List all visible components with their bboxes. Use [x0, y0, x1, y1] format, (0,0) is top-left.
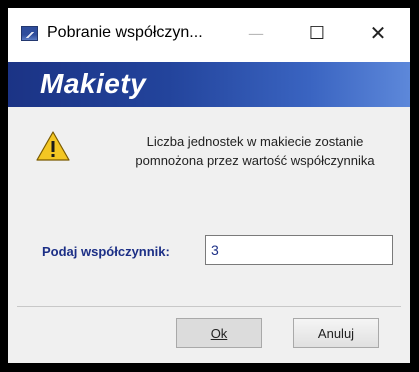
ok-button[interactable]: Ok — [176, 318, 262, 348]
coefficient-input[interactable] — [205, 235, 393, 265]
banner: Makiety — [8, 62, 410, 107]
warning-icon — [36, 131, 70, 161]
ok-button-label: Ok — [210, 325, 228, 341]
banner-title: Makiety — [40, 68, 147, 99]
separator — [17, 306, 401, 307]
app-icon — [21, 26, 38, 41]
minimize-button[interactable]: — — [233, 16, 279, 50]
window-title: Pobranie współczyn... — [47, 24, 203, 41]
message-line-1: Liczba jednostek w makiecie zostanie — [146, 134, 364, 149]
dialog-window: Pobranie współczyn... — ☐ ✕ Makiety Licz… — [8, 8, 410, 363]
maximize-button[interactable]: ☐ — [294, 16, 340, 50]
close-button[interactable]: ✕ — [355, 16, 401, 50]
cancel-button[interactable]: Anuluj — [293, 318, 379, 348]
message-line-2: pomnożona przez wartość współczynnika — [135, 153, 375, 168]
title-bar[interactable]: Pobranie współczyn... — ☐ ✕ — [8, 8, 410, 62]
coefficient-label: Podaj współczynnik: — [42, 244, 170, 259]
message-text: Liczba jednostek w makiecie zostanie pom… — [110, 132, 400, 170]
